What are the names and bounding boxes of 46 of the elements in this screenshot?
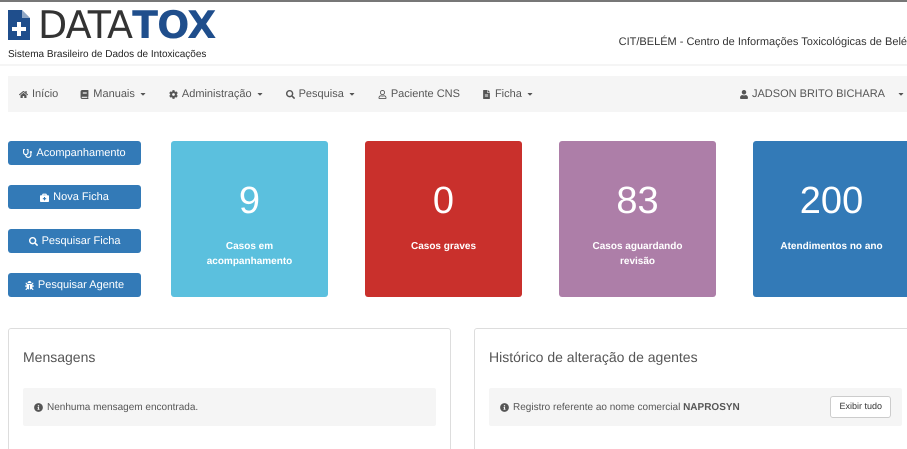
stat-label: Atendimentos no ano — [779, 240, 884, 254]
action-button[interactable]: Nova Ficha — [8, 185, 141, 209]
logo-text: DATATOX — [38, 7, 216, 43]
stat-value: 0 — [432, 179, 454, 223]
user-menu[interactable]: JADSON BRITO BICHARA — [740, 86, 907, 102]
message-text: Registro referente ao nome comercial NAPROSYN — [513, 400, 740, 414]
caret-icon — [348, 90, 356, 98]
search-icon — [28, 236, 38, 246]
info-icon — [34, 402, 43, 412]
medical-kit-icon — [40, 192, 50, 202]
logo-subtitle: Sistema Brasileiro de Dados de Intoxicações — [8, 48, 208, 62]
file-icon — [482, 90, 491, 98]
caret-icon — [526, 90, 534, 98]
search-icon — [286, 90, 295, 98]
stat-label: Casos em acompanhamento — [206, 240, 294, 269]
action-button[interactable]: Acompanhamento — [8, 141, 141, 165]
nav-link[interactable]: Administração — [158, 86, 275, 102]
stat-value: 83 — [616, 179, 659, 223]
stat-label: Casos aguardando revisão — [591, 240, 684, 269]
home-icon — [19, 90, 28, 98]
panel-title: Histórico de alteração de agentes — [489, 348, 699, 367]
caret-icon — [897, 90, 905, 98]
caret-icon — [138, 90, 147, 98]
nav-link[interactable]: Ficha — [470, 86, 545, 102]
center-name: CIT/BELÉM - Centro de Informações Toxicológicas de Belé — [618, 34, 907, 50]
nav-link[interactable]: Pesquisa — [274, 86, 367, 102]
show-all-button[interactable]: Exibir tudo — [830, 396, 891, 418]
action-button[interactable]: Pesquisar Agente — [8, 273, 141, 297]
logo-icon — [8, 10, 30, 40]
user-icon — [378, 90, 387, 98]
nav-link[interactable]: Manuais — [69, 86, 158, 102]
gear-icon — [168, 90, 178, 98]
bug-icon — [24, 280, 34, 290]
user-icon — [740, 90, 748, 98]
caret-icon — [256, 90, 264, 98]
info-icon — [500, 402, 509, 412]
stethoscope-icon — [23, 148, 32, 158]
nav-link[interactable]: Início — [8, 86, 70, 102]
panel-title: Mensagens — [23, 348, 96, 367]
stat-value: 9 — [238, 179, 260, 223]
action-button[interactable]: Pesquisar Ficha — [8, 229, 141, 253]
nav-link[interactable]: Paciente CNS — [366, 86, 471, 102]
stat-label: Casos graves — [410, 240, 478, 254]
message-text: Nenhuma mensagem encontrada. — [47, 400, 198, 414]
stat-value: 200 — [800, 179, 864, 223]
book-icon — [80, 90, 90, 98]
